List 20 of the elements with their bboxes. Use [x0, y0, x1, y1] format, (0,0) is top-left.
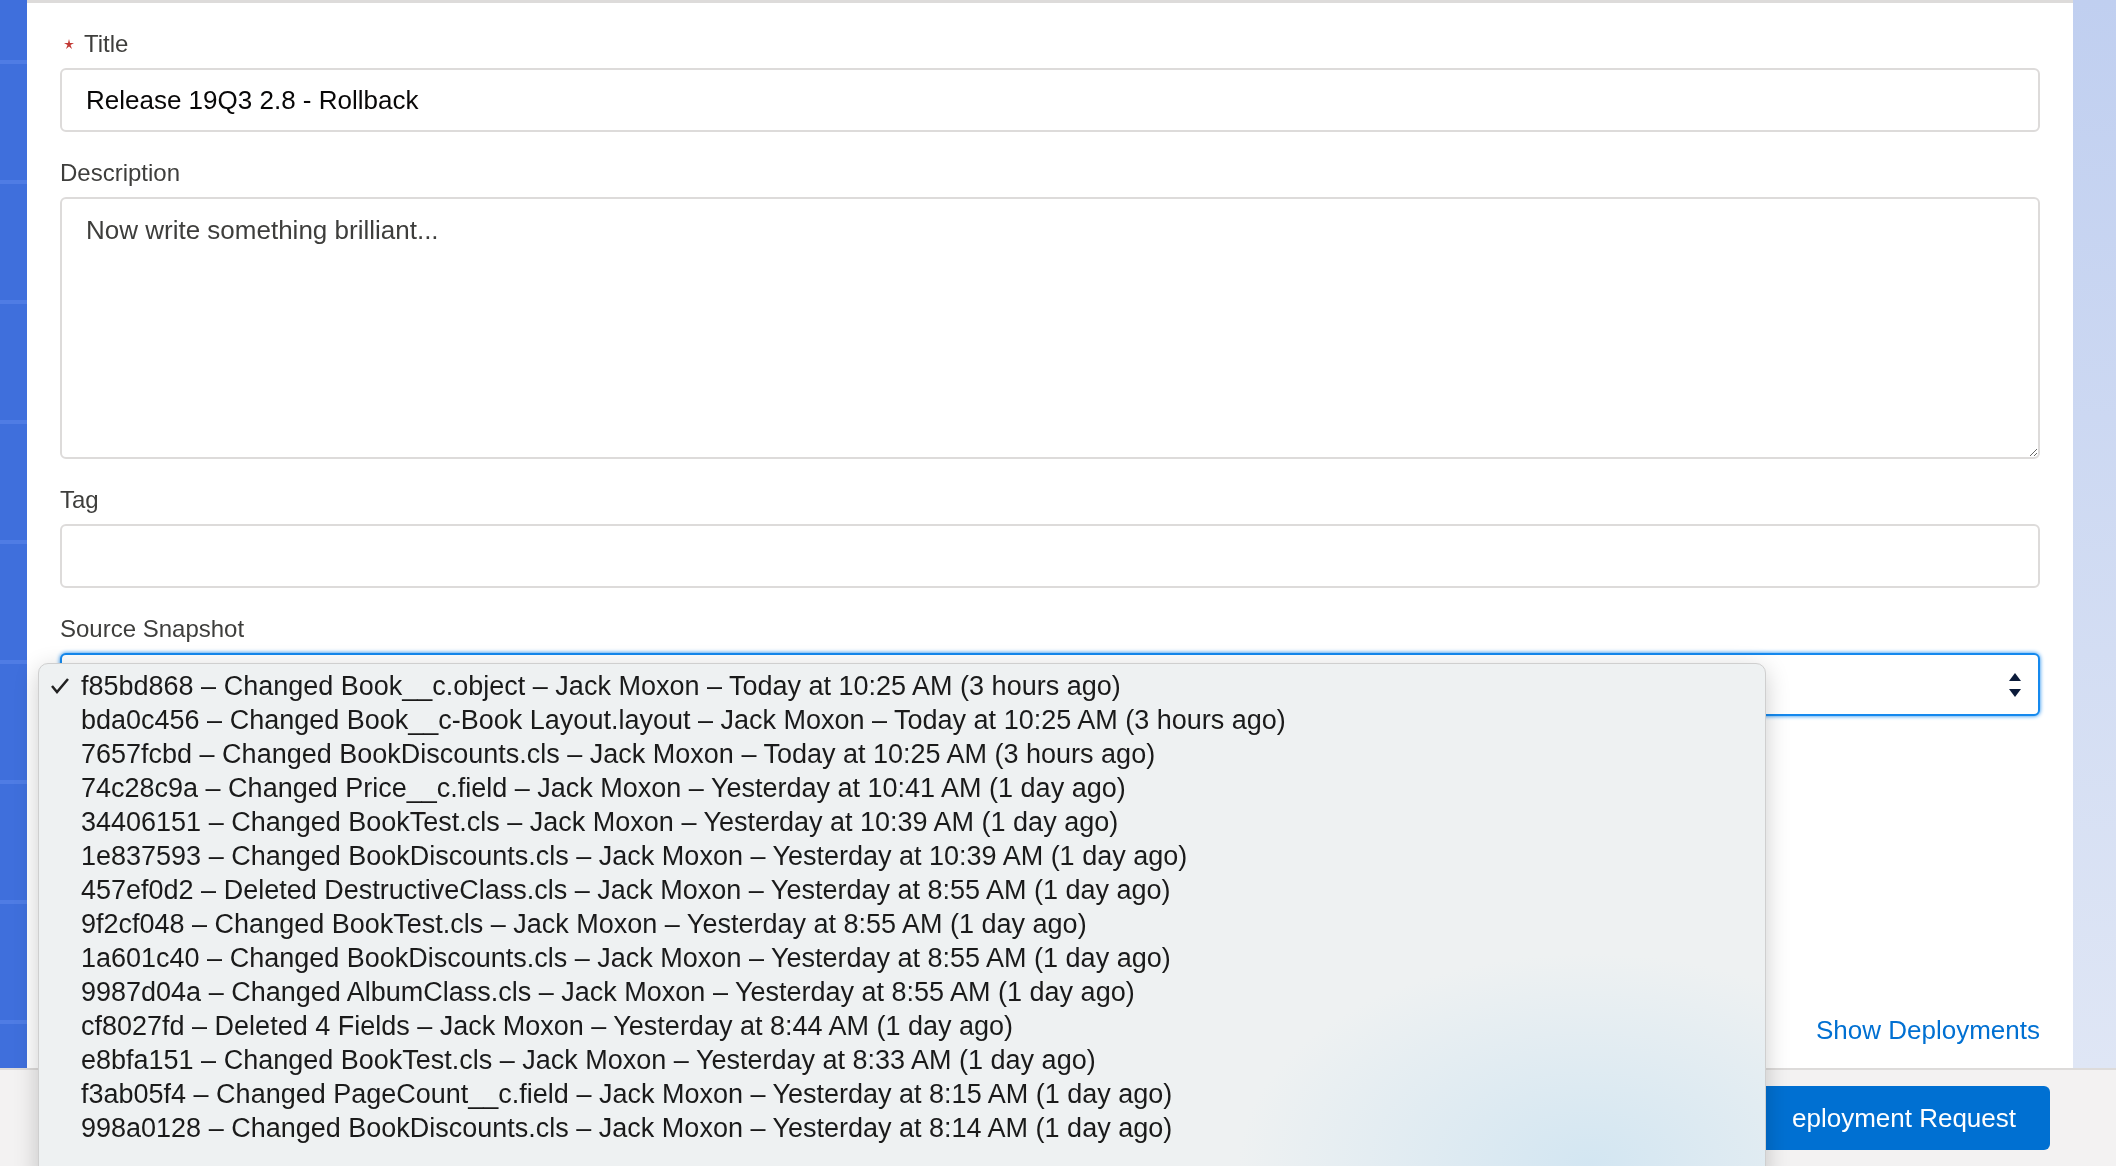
- text-field[interactable]: [60, 524, 2040, 588]
- menu-item[interactable]: 457ef0d2 – Deleted DestructiveClass.cls – Jack Moxon – Yesterday at 8:55 AM (1 day ago): [39, 873, 1765, 907]
- menu-item[interactable]: 74c28c9a – Changed Price__c.field – Jack Moxon – Yesterday at 10:41 AM (1 day ago): [39, 771, 1765, 805]
- field-label: Tag: [60, 486, 99, 514]
- menu-item[interactable]: cf8027fd – Deleted 4 Fields – Jack Moxon – Yesterday at 8:44 AM (1 day ago): [39, 1009, 1765, 1043]
- menu-item[interactable]: e8bfa151 – Changed BookTest.cls – Jack Moxon – Yesterday at 8:33 AM (1 day ago): [39, 1043, 1765, 1077]
- menu-item[interactable]: 34406151 – Changed BookTest.cls – Jack Moxon – Yesterday at 10:39 AM (1 day ago): [39, 805, 1765, 839]
- menu-item[interactable]: f85bd868 – Changed Book__c.object – Jack Moxon – Today at 10:25 AM (3 hours ago): [39, 669, 1765, 703]
- text-field[interactable]: Release 19Q3 2.8 - Rollback: [60, 68, 2040, 132]
- menu-item[interactable]: 7657fcbd – Changed BookDiscounts.cls – Jack Moxon – Today at 10:25 AM (3 hours ago): [39, 737, 1765, 771]
- field-label: Source Snapshot: [60, 615, 245, 643]
- menu-item[interactable]: 1a601c40 – Changed BookDiscounts.cls – Jack Moxon – Yesterday at 8:55 AM (1 day ago): [39, 941, 1765, 975]
- menu-item[interactable]: bda0c456 – Changed Book__c-Book Layout.layout – Jack Moxon – Today at 10:25 AM (3 hours ago): [39, 703, 1765, 737]
- field-label: Description: [60, 159, 181, 187]
- menu-item[interactable]: 1e837593 – Changed BookDiscounts.cls – Jack Moxon – Yesterday at 10:39 AM (1 day ago): [39, 839, 1765, 873]
- menu-item[interactable]: 9f2cf048 – Changed BookTest.cls – Jack Moxon – Yesterday at 8:55 AM (1 day ago): [39, 907, 1765, 941]
- description-field[interactable]: Now write something brilliant...: [60, 197, 2040, 459]
- show-deployments-link[interactable]: Show Deployments: [1816, 1015, 2040, 1046]
- menu-item[interactable]: 9987d04a – Changed AlbumClass.cls – Jack Moxon – Yesterday at 8:55 AM (1 day ago): [39, 975, 1765, 1009]
- field-label: Title: [84, 30, 129, 58]
